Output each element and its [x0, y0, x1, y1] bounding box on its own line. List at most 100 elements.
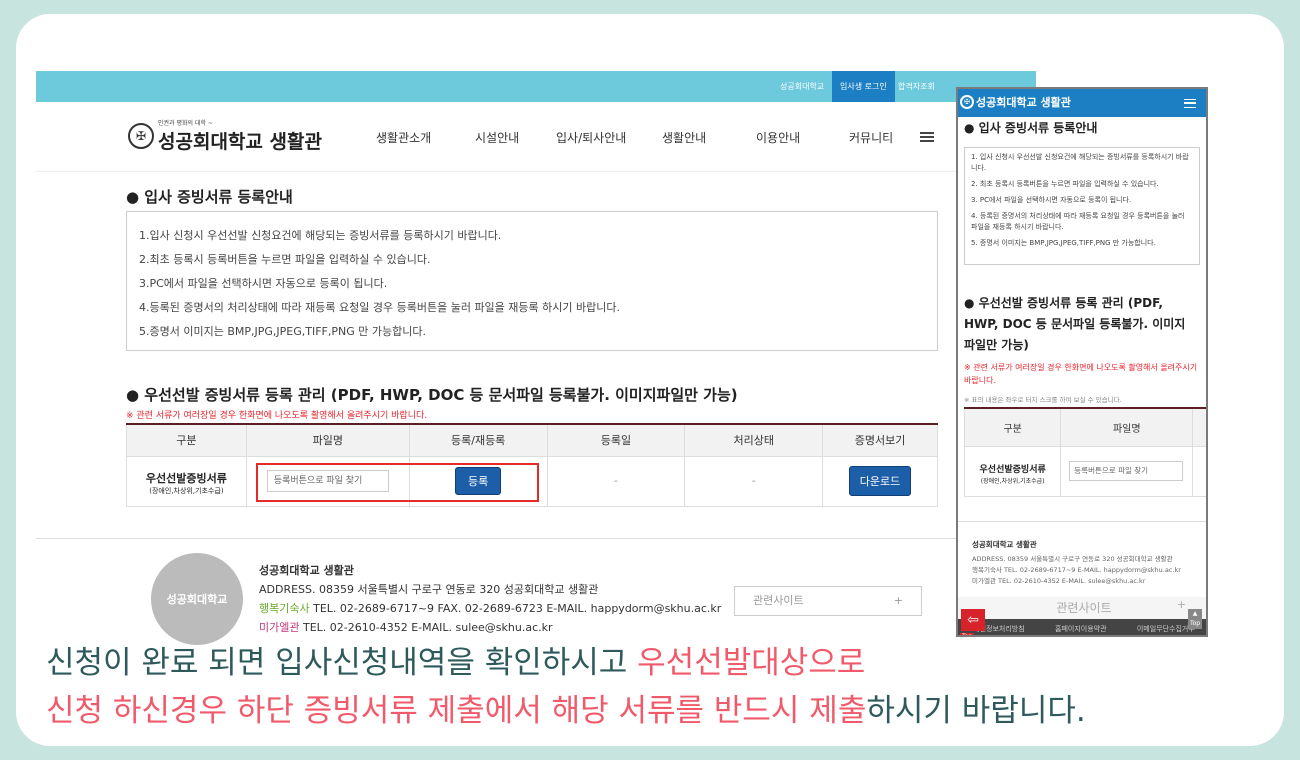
back-arrow-icon[interactable]: ⇦ [961, 609, 985, 631]
mobile-logo[interactable]: ✠ 성공회대학교 생활관 [960, 94, 1071, 110]
caption-text: 하시기 바랍니다. [866, 693, 1086, 729]
related-label: 관련사이트 [753, 594, 804, 607]
warning-text: ※ 관련 서류가 여러장일 경우 한화면에 나오도록 촬영해서 올려주시기 바랍… [126, 411, 428, 421]
menu-item[interactable]: 커뮤니티 [849, 129, 893, 146]
caption-text: 신청이 완료 되면 입사신청내역을 확인하시고 [46, 645, 638, 681]
seal-icon: ✠ [128, 123, 154, 149]
col-header: 등록일 [546, 423, 686, 457]
footer-info: 성공회대학교 생활관 ADDRESS. 08359 서울특별시 구로구 연동로 … [259, 561, 721, 637]
footer-address: ADDRESS. 08359 서울특별시 구로구 연동로 320 성공회대학교 … [259, 583, 599, 596]
site-logo[interactable]: ✠ 인권과 평화의 대학 ~ 성공회대학교 생활관 [128, 118, 322, 154]
scroll-top-label: Top [1189, 620, 1201, 627]
notice-item: 3.PC에서 파일을 선택하시면 자동으로 등록이 됩니다. [139, 277, 388, 290]
row-name: 우선선발증빙서류 [145, 471, 227, 485]
highlight-box [256, 463, 539, 502]
mobile-related-sites[interactable]: 관련사이트 + [958, 597, 1206, 619]
mobile-footer-line: ADDRESS. 08359 서울특별시 구로구 연동로 320 성공회대학교 … [972, 555, 1173, 563]
mobile-footer-divider [958, 521, 1206, 522]
mobile-file-input[interactable]: 등록버튼으로 파일 찾기 [1069, 461, 1184, 481]
notice-item: 1.입사 신청시 우선선발 신청요건에 해당되는 증빙서류를 등록하시기 바랍니… [139, 229, 502, 242]
status-cell: - [684, 455, 824, 507]
scroll-top-button[interactable]: ▲ Top [1188, 609, 1202, 629]
menu-item[interactable]: 시설안내 [475, 129, 519, 146]
download-cell: 다운로드 [822, 455, 938, 507]
caption-highlight: 우선선발대상으로 [637, 645, 866, 681]
section-title-manage: ● 우선선발 증빙서류 등록 관리 (PDF, HWP, DOC 등 문서파일 … [126, 386, 738, 404]
top-utility-bar: 성공회대학교 입사생 로그인 합격자조회 [36, 71, 1036, 102]
caption-line-1: 신청이 완료 되면 입사신청내역을 확인하시고 우선선발대상으로 [46, 637, 865, 682]
plus-icon: + [1176, 598, 1186, 611]
mobile-notice-box: 1. 입사 신청시 우선선발 신청요건에 해당되는 증빙서류를 등록하시기 바랍… [964, 147, 1200, 265]
col-header: 처리상태 [684, 423, 824, 457]
menu-item[interactable]: 이용안내 [756, 129, 800, 146]
logo-name: 성공회대학교 생활관 [158, 131, 322, 153]
univ-link[interactable]: 성공회대학교 [780, 71, 824, 102]
dorm1-info: TEL. 02-2689-6717~9 FAX. 02-2689-6723 E-… [313, 602, 722, 615]
dorm2-name: 미가엘관 [259, 621, 300, 634]
row-label-cell: 우선선발증빙서류 (장애인,차상위,기초수급) [963, 445, 1062, 497]
col-header: 구분 [126, 423, 247, 457]
col-header: 구분 [963, 407, 1062, 447]
section-title-notice: ● 입사 증빙서류 등록안내 [126, 188, 293, 206]
desktop-screenshot: 성공회대학교 입사생 로그인 합격자조회 ✠ 인권과 평화의 대학 ~ 성공회대… [36, 71, 1036, 671]
top-label[interactable]: Top [960, 633, 975, 635]
dorm2-info: TEL. 02-2610-4352 E-MAIL. sulee@skhu.ac.… [302, 621, 553, 634]
mobile-bottom-links: 개인정보처리방침 홈페이지이용약관 이메일무단수집거부 [958, 619, 1206, 635]
menu-item[interactable]: 생활관소개 [376, 129, 431, 146]
notice-item: 4. 등록된 증명서의 처리상태에 따라 재등록 요청일 경우 등록버튼을 눌러… [971, 212, 1185, 231]
mobile-header: ✠ 성공회대학교 생활관 [958, 89, 1206, 117]
mobile-section-title-manage: ● 우선선발 증빙서류 등록 관리 (PDF, HWP, DOC 등 문서파일 … [964, 296, 1186, 352]
mobile-warning: ※ 관련 서류가 여러장일 경우 한화면에 나오도록 촬영해서 올려주시기 바랍… [964, 363, 1198, 385]
menu-icon[interactable] [920, 132, 934, 142]
col-header: 파일명 [245, 423, 410, 457]
date-cell: - [546, 455, 686, 507]
menu-item[interactable]: 생활안내 [662, 129, 706, 146]
row-name: 우선선발증빙서류 [979, 465, 1046, 475]
notice-item: 1. 입사 신청시 우선선발 신청요건에 해당되는 증빙서류를 등록하시기 바랍… [971, 153, 1189, 172]
notice-item: 2.최초 등록시 등록버튼을 누르면 파일을 입력하실 수 있습니다. [139, 253, 431, 266]
download-button[interactable]: 다운로드 [848, 466, 912, 496]
table-row: 우선선발증빙서류 (장애인,차상위,기초수급) 등록버튼으로 파일 찾기 [963, 445, 1206, 497]
mobile-section-title-notice: ● 입사 증빙서류 등록안내 [964, 121, 1098, 135]
file-cell: 등록버튼으로 파일 찾기 [1060, 445, 1194, 497]
footer-link[interactable]: 이메일무단수집거부 [1137, 619, 1195, 635]
col-header: 등록/재등록 [408, 423, 548, 457]
notice-item: 2. 최초 등록시 등록버튼을 누르면 파일을 입력하실 수 있습니다. [971, 180, 1159, 188]
logo-tagline: 인권과 평화의 대학 ~ [158, 120, 213, 127]
seal-text: 성공회대학교 [166, 593, 228, 606]
caption-line-2: 신청 하신경우 하단 증빙서류 제출에서 해당 서류를 반드시 제출하시기 바랍… [46, 685, 1086, 730]
notice-item: 5.증명서 이미지는 BMP,JPG,JPEG,TIFF,PNG 만 가능합니다… [139, 325, 426, 338]
result-link[interactable]: 합격자조회 [898, 71, 935, 102]
mobile-related-label: 관련사이트 [1056, 601, 1112, 615]
dorm1-name: 행복기숙사 [259, 602, 310, 615]
footer-link[interactable]: 홈페이지이용약관 [1055, 619, 1107, 635]
seal-icon: ✠ [960, 95, 974, 109]
notice-item: 4.등록된 증명서의 처리상태에 따라 재등록 요청일 경우 등록버튼을 눌러 … [139, 301, 620, 314]
mobile-footer-info: 성공회대학교 생활관 ADDRESS. 08359 서울특별시 구로구 연동로 … [972, 539, 1181, 587]
mobile-table: 구분 파일명 우선선발증빙서류 (장애인,차상위,기초수급) 등록버튼으로 파일… [963, 407, 1206, 497]
mobile-scroll-note: ※ 표의 내용은 좌우로 터치 스크롤 하여 보실 수 있습니다. [964, 396, 1122, 404]
main-nav: ✠ 인권과 평화의 대학 ~ 성공회대학교 생활관 생활관소개 시설안내 입사/… [36, 102, 1036, 172]
mobile-screenshot: ✠ 성공회대학교 생활관 ● 입사 증빙서류 등록안내 1. 입사 신청시 우선… [956, 87, 1208, 637]
notice-item: 3. PC에서 파일을 선택하시면 자동으로 등록이 됩니다. [971, 196, 1132, 204]
university-seal: 성공회대학교 [151, 553, 243, 645]
menu-item[interactable]: 입사/퇴사안내 [556, 129, 626, 146]
student-login-link[interactable]: 입사생 로그인 [832, 71, 895, 102]
mobile-footer-line: 행복기숙사 TEL. 02-2689-6717~9 E-MAIL. happyd… [972, 566, 1181, 574]
related-sites-select[interactable]: 관련사이트 + [734, 586, 922, 616]
mobile-footer-line: 미가엘관 TEL. 02-2610-4352 E-MAIL. sulee@skh… [972, 577, 1146, 585]
caption-highlight: 신청 하신경우 하단 증빙서류 제출에서 해당 서류를 반드시 제출 [46, 693, 867, 729]
row-sub: (장애인,차상위,기초수급) [149, 486, 224, 495]
col-header-overflow [1192, 407, 1206, 447]
mobile-menu-icon[interactable] [1184, 99, 1196, 108]
overflow-cell [1192, 445, 1206, 497]
notice-item: 5. 증명서 이미지는 BMP,JPG,JPEG,TIFF,PNG 만 가능합니… [971, 239, 1156, 247]
notice-box: 1.입사 신청시 우선선발 신청요건에 해당되는 증빙서류를 등록하시기 바랍니… [126, 211, 938, 351]
col-header: 증명서보기 [822, 423, 938, 457]
mobile-footer-title: 성공회대학교 생활관 [972, 540, 1037, 549]
row-sub: (장애인,차상위,기초수급) [980, 478, 1045, 485]
plus-icon: + [893, 594, 903, 607]
footer-title: 성공회대학교 생활관 [259, 564, 354, 577]
mobile-logo-name: 성공회대학교 생활관 [976, 96, 1071, 109]
col-header: 파일명 [1060, 407, 1194, 447]
